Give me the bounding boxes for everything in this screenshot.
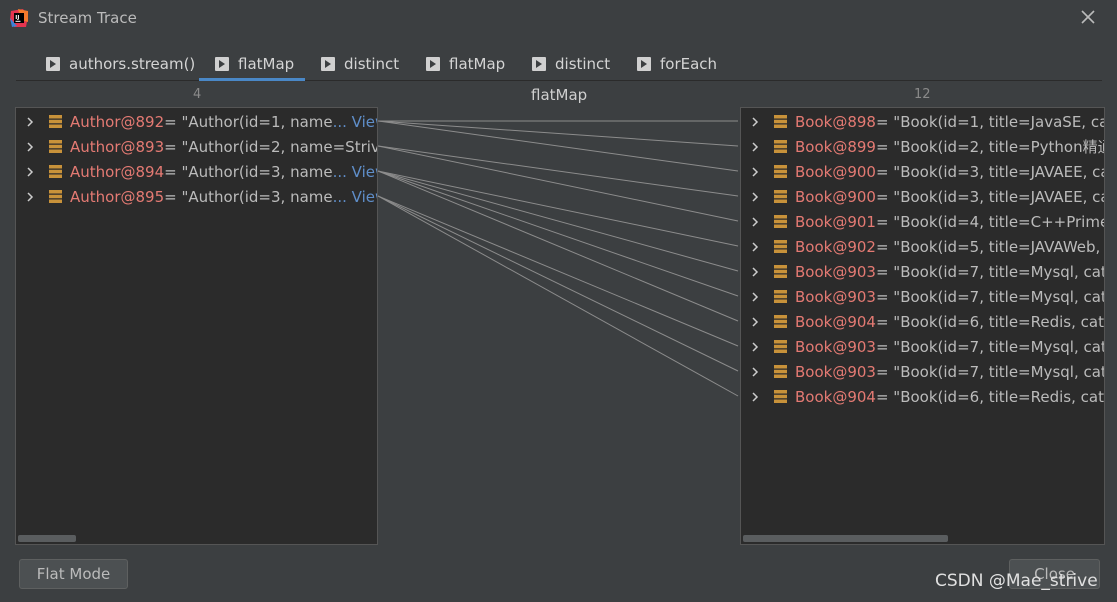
flat-mode-button[interactable]: Flat Mode xyxy=(19,559,128,589)
mapping-line xyxy=(377,120,739,147)
mapping-line xyxy=(377,195,739,397)
mapping-line xyxy=(377,195,739,372)
mapping-line xyxy=(377,195,739,347)
mapping-line xyxy=(377,170,739,297)
mapping-line xyxy=(377,120,739,172)
mapping-lines xyxy=(377,120,739,397)
watermark: CSDN @Mae_strive xyxy=(935,571,1098,591)
mapping-line xyxy=(377,170,739,272)
mapping-line xyxy=(377,145,739,222)
mapping-line xyxy=(377,145,739,197)
mapping-line xyxy=(377,170,739,247)
mapping-line xyxy=(377,170,739,322)
